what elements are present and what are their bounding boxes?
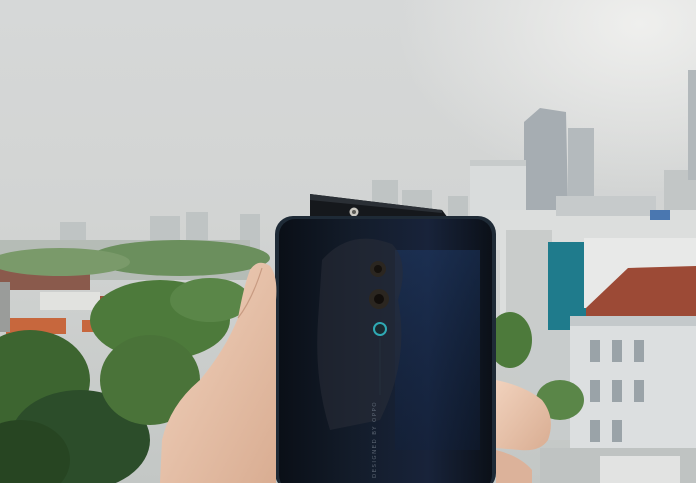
phone-reflection — [395, 250, 480, 450]
photo-scene: DESIGNED BY OPPO — [0, 0, 696, 483]
photo-svg: DESIGNED BY OPPO — [0, 0, 696, 483]
designed-by-oppo-text: DESIGNED BY OPPO — [372, 401, 378, 478]
phone: DESIGNED BY OPPO — [275, 216, 496, 483]
flash-ring-icon — [373, 322, 387, 336]
